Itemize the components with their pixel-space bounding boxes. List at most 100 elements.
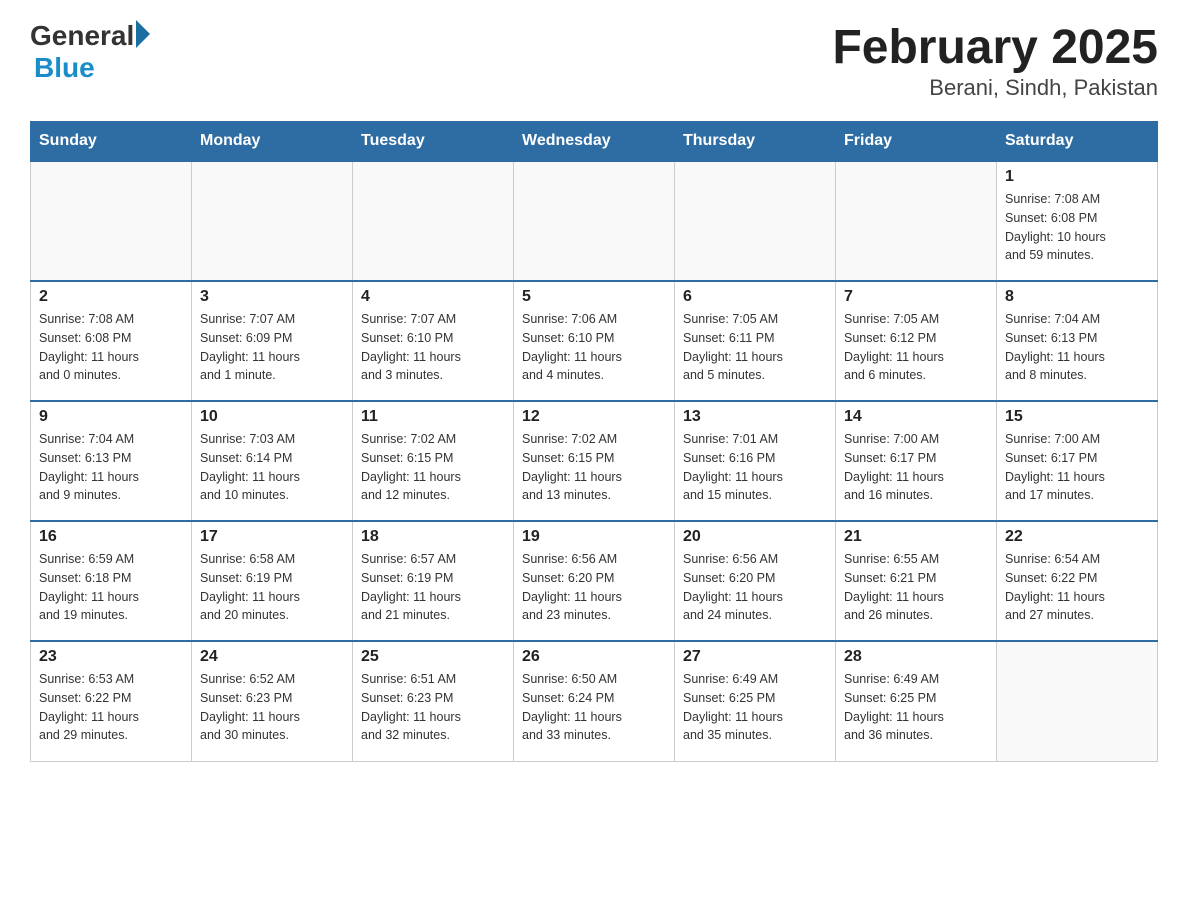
day-number: 24 — [200, 648, 344, 666]
day-info: Sunrise: 7:01 AM Sunset: 6:16 PM Dayligh… — [683, 430, 827, 505]
day-number: 25 — [361, 648, 505, 666]
day-info: Sunrise: 7:08 AM Sunset: 6:08 PM Dayligh… — [1005, 190, 1149, 265]
day-number: 23 — [39, 648, 183, 666]
day-info: Sunrise: 6:49 AM Sunset: 6:25 PM Dayligh… — [683, 670, 827, 745]
day-info: Sunrise: 6:50 AM Sunset: 6:24 PM Dayligh… — [522, 670, 666, 745]
calendar-cell — [997, 641, 1158, 761]
calendar-cell: 21 Sunrise: 6:55 AM Sunset: 6:21 PM Dayli… — [836, 521, 997, 641]
logo-general-text: General — [30, 20, 134, 52]
calendar-cell: 14 Sunrise: 7:00 AM Sunset: 6:17 PM Dayli… — [836, 401, 997, 521]
calendar-cell: 15 Sunrise: 7:00 AM Sunset: 6:17 PM Dayli… — [997, 401, 1158, 521]
day-info: Sunrise: 7:04 AM Sunset: 6:13 PM Dayligh… — [1005, 310, 1149, 385]
day-header-monday: Monday — [192, 122, 353, 162]
day-number: 12 — [522, 408, 666, 426]
day-header-wednesday: Wednesday — [514, 122, 675, 162]
calendar-cell: 19 Sunrise: 6:56 AM Sunset: 6:20 PM Dayli… — [514, 521, 675, 641]
logo-arrow-icon — [136, 20, 150, 48]
month-title: February 2025 — [832, 20, 1158, 75]
day-header-tuesday: Tuesday — [353, 122, 514, 162]
calendar-cell: 27 Sunrise: 6:49 AM Sunset: 6:25 PM Dayli… — [675, 641, 836, 761]
title-section: February 2025 Berani, Sindh, Pakistan — [832, 20, 1158, 101]
calendar-cell: 25 Sunrise: 6:51 AM Sunset: 6:23 PM Dayli… — [353, 641, 514, 761]
calendar-cell: 23 Sunrise: 6:53 AM Sunset: 6:22 PM Dayli… — [31, 641, 192, 761]
day-number: 6 — [683, 288, 827, 306]
calendar-cell: 20 Sunrise: 6:56 AM Sunset: 6:20 PM Dayli… — [675, 521, 836, 641]
day-info: Sunrise: 7:02 AM Sunset: 6:15 PM Dayligh… — [522, 430, 666, 505]
day-number: 17 — [200, 528, 344, 546]
page-header: General Blue February 2025 Berani, Sindh… — [30, 20, 1158, 101]
day-number: 20 — [683, 528, 827, 546]
day-number: 16 — [39, 528, 183, 546]
calendar-cell: 16Sunrise: 6:59 AM Sunset: 6:18 PM Dayli… — [31, 521, 192, 641]
calendar-table: SundayMondayTuesdayWednesdayThursdayFrid… — [30, 121, 1158, 762]
calendar-cell — [836, 161, 997, 281]
calendar-cell — [31, 161, 192, 281]
day-number: 7 — [844, 288, 988, 306]
calendar-cell: 26Sunrise: 6:50 AM Sunset: 6:24 PM Dayli… — [514, 641, 675, 761]
calendar-cell — [353, 161, 514, 281]
day-info: Sunrise: 6:54 AM Sunset: 6:22 PM Dayligh… — [1005, 550, 1149, 625]
day-number: 15 — [1005, 408, 1149, 426]
calendar-week-row: 1Sunrise: 7:08 AM Sunset: 6:08 PM Daylig… — [31, 161, 1158, 281]
calendar-cell: 8 Sunrise: 7:04 AM Sunset: 6:13 PM Daylig… — [997, 281, 1158, 401]
calendar-cell: 6 Sunrise: 7:05 AM Sunset: 6:11 PM Daylig… — [675, 281, 836, 401]
day-header-saturday: Saturday — [997, 122, 1158, 162]
day-info: Sunrise: 7:03 AM Sunset: 6:14 PM Dayligh… — [200, 430, 344, 505]
calendar-week-row: 9Sunrise: 7:04 AM Sunset: 6:13 PM Daylig… — [31, 401, 1158, 521]
calendar-cell: 17Sunrise: 6:58 AM Sunset: 6:19 PM Dayli… — [192, 521, 353, 641]
calendar-cell: 18Sunrise: 6:57 AM Sunset: 6:19 PM Dayli… — [353, 521, 514, 641]
day-info: Sunrise: 7:07 AM Sunset: 6:09 PM Dayligh… — [200, 310, 344, 385]
day-number: 8 — [1005, 288, 1149, 306]
location-subtitle: Berani, Sindh, Pakistan — [832, 75, 1158, 101]
day-info: Sunrise: 6:49 AM Sunset: 6:25 PM Dayligh… — [844, 670, 988, 745]
day-info: Sunrise: 6:57 AM Sunset: 6:19 PM Dayligh… — [361, 550, 505, 625]
calendar-header-row: SundayMondayTuesdayWednesdayThursdayFrid… — [31, 122, 1158, 162]
calendar-cell: 10Sunrise: 7:03 AM Sunset: 6:14 PM Dayli… — [192, 401, 353, 521]
day-info: Sunrise: 7:05 AM Sunset: 6:12 PM Dayligh… — [844, 310, 988, 385]
day-info: Sunrise: 6:56 AM Sunset: 6:20 PM Dayligh… — [522, 550, 666, 625]
day-info: Sunrise: 7:02 AM Sunset: 6:15 PM Dayligh… — [361, 430, 505, 505]
day-info: Sunrise: 7:05 AM Sunset: 6:11 PM Dayligh… — [683, 310, 827, 385]
day-info: Sunrise: 7:00 AM Sunset: 6:17 PM Dayligh… — [844, 430, 988, 505]
calendar-cell: 28 Sunrise: 6:49 AM Sunset: 6:25 PM Dayli… — [836, 641, 997, 761]
day-number: 27 — [683, 648, 827, 666]
logo-blue-text: Blue — [34, 52, 95, 84]
calendar-week-row: 16Sunrise: 6:59 AM Sunset: 6:18 PM Dayli… — [31, 521, 1158, 641]
calendar-cell: 3 Sunrise: 7:07 AM Sunset: 6:09 PM Daylig… — [192, 281, 353, 401]
day-number: 14 — [844, 408, 988, 426]
day-number: 11 — [361, 408, 505, 426]
day-info: Sunrise: 6:55 AM Sunset: 6:21 PM Dayligh… — [844, 550, 988, 625]
day-info: Sunrise: 6:52 AM Sunset: 6:23 PM Dayligh… — [200, 670, 344, 745]
day-number: 21 — [844, 528, 988, 546]
day-number: 3 — [200, 288, 344, 306]
day-header-friday: Friday — [836, 122, 997, 162]
day-number: 28 — [844, 648, 988, 666]
calendar-week-row: 23 Sunrise: 6:53 AM Sunset: 6:22 PM Dayli… — [31, 641, 1158, 761]
calendar-cell: 13 Sunrise: 7:01 AM Sunset: 6:16 PM Dayli… — [675, 401, 836, 521]
calendar-cell: 11 Sunrise: 7:02 AM Sunset: 6:15 PM Dayli… — [353, 401, 514, 521]
day-header-sunday: Sunday — [31, 122, 192, 162]
day-header-thursday: Thursday — [675, 122, 836, 162]
day-info: Sunrise: 7:06 AM Sunset: 6:10 PM Dayligh… — [522, 310, 666, 385]
calendar-cell: 12 Sunrise: 7:02 AM Sunset: 6:15 PM Dayli… — [514, 401, 675, 521]
calendar-cell: 1Sunrise: 7:08 AM Sunset: 6:08 PM Daylig… — [997, 161, 1158, 281]
day-info: Sunrise: 7:00 AM Sunset: 6:17 PM Dayligh… — [1005, 430, 1149, 505]
calendar-cell — [514, 161, 675, 281]
calendar-cell: 7 Sunrise: 7:05 AM Sunset: 6:12 PM Daylig… — [836, 281, 997, 401]
day-info: Sunrise: 6:53 AM Sunset: 6:22 PM Dayligh… — [39, 670, 183, 745]
day-number: 5 — [522, 288, 666, 306]
day-number: 13 — [683, 408, 827, 426]
day-number: 4 — [361, 288, 505, 306]
day-info: Sunrise: 6:51 AM Sunset: 6:23 PM Dayligh… — [361, 670, 505, 745]
day-info: Sunrise: 7:08 AM Sunset: 6:08 PM Dayligh… — [39, 310, 183, 385]
logo: General Blue — [30, 20, 150, 84]
day-number: 19 — [522, 528, 666, 546]
calendar-cell: 9Sunrise: 7:04 AM Sunset: 6:13 PM Daylig… — [31, 401, 192, 521]
day-number: 22 — [1005, 528, 1149, 546]
calendar-cell: 4Sunrise: 7:07 AM Sunset: 6:10 PM Daylig… — [353, 281, 514, 401]
day-info: Sunrise: 6:56 AM Sunset: 6:20 PM Dayligh… — [683, 550, 827, 625]
calendar-cell: 24 Sunrise: 6:52 AM Sunset: 6:23 PM Dayli… — [192, 641, 353, 761]
day-number: 9 — [39, 408, 183, 426]
calendar-cell: 2Sunrise: 7:08 AM Sunset: 6:08 PM Daylig… — [31, 281, 192, 401]
calendar-cell — [192, 161, 353, 281]
